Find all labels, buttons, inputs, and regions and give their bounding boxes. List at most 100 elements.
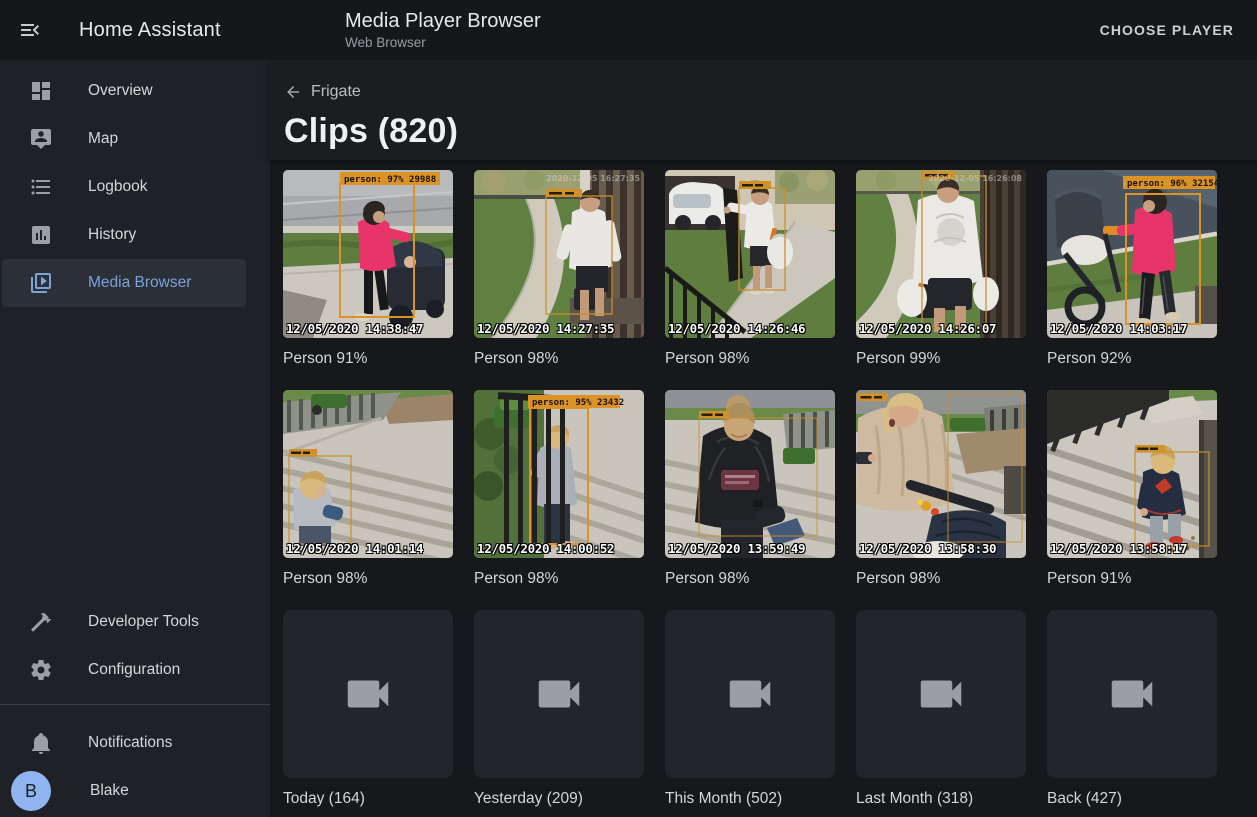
sidebar-item-developer-tools[interactable]: Developer Tools	[2, 598, 246, 646]
svg-text:person: 96% 32154: person: 96% 32154	[1127, 179, 1217, 189]
sidebar-item-label: Map	[88, 130, 118, 148]
folder-thumbnail	[474, 610, 644, 778]
sidebar-item-configuration[interactable]: Configuration	[2, 646, 246, 694]
clip-thumbnail: 12/05/2020 14:26:46	[665, 170, 835, 338]
sidebar-header: Home Assistant	[0, 18, 345, 42]
clip-card[interactable]: 2020-12-05 16:27:35 12/05/2020 14:27:35 …	[474, 170, 644, 369]
clip-scene	[283, 390, 453, 558]
folder-card-back-427[interactable]: Back (427)	[1047, 610, 1217, 809]
clip-thumbnail: 2020-12-05 16:27:35 12/05/2020 14:27:35	[474, 170, 644, 338]
videocam-icon	[723, 667, 777, 721]
folder-card-yesterday-209[interactable]: Yesterday (209)	[474, 610, 644, 809]
sidebar-item-logbook[interactable]: Logbook	[2, 163, 246, 211]
folder-thumbnail	[856, 610, 1026, 778]
clip-timestamp-overlay: 12/05/2020 13:59:49	[668, 541, 805, 556]
clip-card[interactable]: 12/05/2020 13:58:30 Person 98%	[856, 390, 1026, 589]
folder-card-last-month-318[interactable]: Last Month (318)	[856, 610, 1026, 809]
media-scroll-area[interactable]: person: 97% 29988 12/05/2020 14:38:47 Pe…	[270, 160, 1257, 817]
clip-card[interactable]: 12/05/2020 13:59:49 Person 98%	[665, 390, 835, 589]
clip-thumbnail: 12/05/2020 14:01:14	[283, 390, 453, 558]
clip-scene: person: 96% 32154	[1047, 170, 1217, 338]
content-header: Frigate Clips (820)	[270, 60, 1257, 160]
choose-player-button[interactable]: CHOOSE PLAYER	[1094, 14, 1240, 46]
profile-name: Blake	[90, 782, 129, 800]
clip-label: Person 91%	[1047, 569, 1217, 589]
sidebar-item-overview[interactable]: Overview	[2, 67, 246, 115]
clip-timestamp-overlay: 12/05/2020 14:00:52	[477, 541, 614, 556]
media-browser-panel: Frigate Clips (820) person: 97% 29988 12…	[270, 60, 1257, 817]
media-browser-icon	[29, 271, 53, 295]
sidebar-item-history[interactable]: History	[2, 211, 246, 259]
clip-timestamp-overlay: 12/05/2020 14:27:35	[477, 321, 614, 336]
folder-card-today-164[interactable]: Today (164)	[283, 610, 453, 809]
clip-timestamp-overlay: 12/05/2020 14:01:14	[286, 541, 423, 556]
page-subtitle: Web Browser	[345, 34, 541, 51]
clip-card[interactable]: 12/05/2020 14:26:46 Person 98%	[665, 170, 835, 369]
map-account-icon	[29, 127, 53, 151]
videocam-icon	[1105, 667, 1159, 721]
clip-thumbnail: 12/05/2020 13:58:17	[1047, 390, 1217, 558]
sidebar-bottom: Developer Tools Configuration Notificati…	[0, 598, 270, 815]
sidebar-item-map[interactable]: Map	[2, 115, 246, 163]
clip-card[interactable]: 12/05/2020 14:01:14 Person 98%	[283, 390, 453, 589]
folder-label: This Month (502)	[665, 789, 835, 809]
notifications-label: Notifications	[88, 734, 172, 752]
sidebar-item-profile[interactable]: B Blake	[0, 767, 270, 815]
sidebar-divider	[0, 704, 270, 705]
folder-card-this-month-502[interactable]: This Month (502)	[665, 610, 835, 809]
folder-thumbnail	[665, 610, 835, 778]
clip-card[interactable]: 2020-12-05 16:26:08 12/05/2020 14:26:07 …	[856, 170, 1026, 369]
clip-label: Person 98%	[665, 569, 835, 589]
sidebar: Overview Map Logbook History Media Brows…	[0, 60, 270, 817]
app-title: Home Assistant	[79, 19, 221, 42]
sidebar-toggle-button[interactable]	[18, 18, 42, 42]
page-title-block: Media Player Browser Web Browser	[345, 9, 541, 51]
clip-label: Person 98%	[474, 349, 644, 369]
sidebar-item-label: Developer Tools	[88, 613, 199, 631]
clip-timestamp-overlay: 12/05/2020 14:26:46	[668, 321, 805, 336]
main-layout: Overview Map Logbook History Media Brows…	[0, 60, 1257, 817]
folder-label: Today (164)	[283, 789, 453, 809]
clip-scene	[665, 170, 835, 338]
sidebar-nav-list: Overview Map Logbook History Media Brows…	[0, 60, 270, 307]
breadcrumb-back-button[interactable]: Frigate	[284, 83, 361, 101]
clip-scene: person: 97% 29988	[283, 170, 453, 338]
gear-icon	[29, 658, 53, 682]
clip-label: Person 98%	[474, 569, 644, 589]
clip-card[interactable]: person: 97% 29988 12/05/2020 14:38:47 Pe…	[283, 170, 453, 369]
svg-text:2020-12-05 16:26:08: 2020-12-05 16:26:08	[928, 174, 1022, 183]
bell-icon	[29, 731, 53, 755]
clip-card[interactable]: person: 95% 23432 12/05/2020 14:00:52 Pe…	[474, 390, 644, 589]
clip-thumbnail: 12/05/2020 13:59:49	[665, 390, 835, 558]
videocam-icon	[532, 667, 586, 721]
folder-thumbnail	[1047, 610, 1217, 778]
sidebar-footer-list: Developer Tools Configuration	[0, 598, 270, 694]
folder-label: Yesterday (209)	[474, 789, 644, 809]
clip-thumbnail: person: 97% 29988 12/05/2020 14:38:47	[283, 170, 453, 338]
clip-scene: 2020-12-05 16:27:35	[474, 170, 644, 338]
hammer-icon	[29, 610, 53, 634]
page-heading: Clips (820)	[284, 113, 1243, 149]
clip-scene	[856, 390, 1026, 558]
clip-card[interactable]: 12/05/2020 13:58:17 Person 91%	[1047, 390, 1217, 589]
sidebar-item-label: History	[88, 226, 136, 244]
sidebar-item-notifications[interactable]: Notifications	[2, 719, 246, 767]
svg-text:2020-12-05 16:27:35: 2020-12-05 16:27:35	[546, 174, 640, 183]
clip-thumbnail: 2020-12-05 16:26:08 12/05/2020 14:26:07	[856, 170, 1026, 338]
view-dashboard-icon	[29, 79, 53, 103]
sidebar-item-label: Overview	[88, 82, 153, 100]
breadcrumb-label: Frigate	[311, 83, 361, 101]
videocam-icon	[341, 667, 395, 721]
sidebar-item-media-browser[interactable]: Media Browser	[2, 259, 246, 307]
videocam-icon	[914, 667, 968, 721]
clip-card[interactable]: person: 96% 32154 12/05/2020 14:03:17 Pe…	[1047, 170, 1217, 369]
clip-label: Person 98%	[856, 569, 1026, 589]
folder-label: Back (427)	[1047, 789, 1217, 809]
folder-thumbnail	[283, 610, 453, 778]
avatar: B	[11, 771, 51, 811]
logbook-list-icon	[29, 175, 53, 199]
clip-label: Person 99%	[856, 349, 1026, 369]
clip-thumbnail: person: 95% 23432 12/05/2020 14:00:52	[474, 390, 644, 558]
sidebar-item-label: Media Browser	[88, 274, 191, 292]
clip-timestamp-overlay: 12/05/2020 13:58:30	[859, 541, 996, 556]
